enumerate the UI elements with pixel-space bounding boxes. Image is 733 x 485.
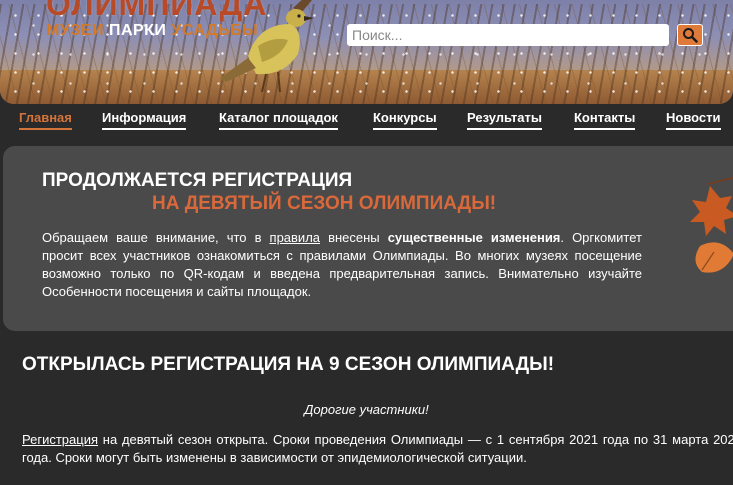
registration-paragraph-text: на девятый сезон открыта. Сроки проведен… — [22, 432, 733, 465]
notice-title-line2: НА ДЕВЯТЫЙ СЕЗОН ОЛИМПИАДЫ! — [152, 193, 497, 214]
autumn-leaves-icon — [690, 176, 733, 273]
magnifier-icon — [683, 28, 698, 43]
greeting-text: Дорогие участники! — [304, 402, 429, 417]
notice-text-part2: внесены — [320, 230, 388, 245]
nav-item-contacts[interactable]: Контакты — [574, 110, 636, 130]
header-banner: ОЛИМПИАДА МУЗЕИ ПАРКИ УСАДЬБЫ — [0, 0, 733, 104]
rules-link[interactable]: правила — [270, 230, 320, 245]
nav-item-contests[interactable]: Конкурсы — [373, 110, 437, 130]
registration-link[interactable]: Регистрация — [22, 432, 98, 447]
nav-item-results[interactable]: Результаты — [467, 110, 542, 130]
search-button[interactable] — [677, 24, 703, 46]
nav-item-home[interactable]: Главная — [19, 110, 72, 130]
notice-text-part1: Обращаем ваше внимание, что в — [42, 230, 270, 245]
main-nav: Главная Информация Каталог площадок Конк… — [0, 110, 733, 132]
logo-sub-museums: МУЗЕИ — [46, 22, 104, 39]
registration-paragraph: Регистрация на девятый сезон открыта. Ср… — [22, 431, 733, 467]
logo-subtitle: МУЗЕИ ПАРКИ УСАДЬБЫ — [46, 22, 258, 40]
logo-title[interactable]: ОЛИМПИАДА — [46, 0, 267, 23]
logo-sub-estates: УСАДЬБЫ — [171, 22, 259, 39]
notice-title-line1: ПРОДОЛЖАЕТСЯ РЕГИСТРАЦИЯ — [42, 170, 353, 191]
search-input[interactable] — [347, 24, 669, 46]
nav-item-information[interactable]: Информация — [102, 110, 187, 130]
logo-sub-parks: ПАРКИ — [108, 22, 167, 39]
nav-item-venues-catalog[interactable]: Каталог площадок — [219, 110, 338, 130]
notice-text: Обращаем ваше внимание, что в правила вн… — [42, 229, 642, 301]
notice-text-bold: существенные изменения — [387, 230, 561, 245]
page-title: ОТКРЫЛАСЬ РЕГИСТРАЦИЯ НА 9 СЕЗОН ОЛИМПИА… — [22, 354, 555, 375]
nav-item-news[interactable]: Новости — [666, 110, 721, 130]
